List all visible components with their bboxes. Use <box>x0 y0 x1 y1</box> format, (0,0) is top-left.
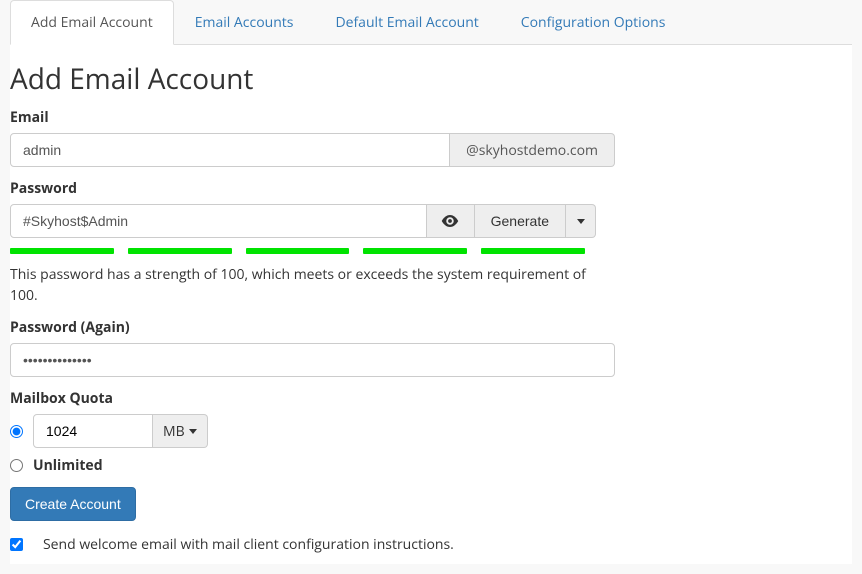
quota-sized-radio[interactable] <box>10 425 23 438</box>
password-strength-help: This password has a strength of 100, whi… <box>10 264 610 306</box>
create-account-button[interactable]: Create Account <box>10 487 136 521</box>
email-label: Email <box>10 108 852 127</box>
email-input[interactable] <box>10 133 450 167</box>
generate-password-button[interactable]: Generate <box>475 204 566 238</box>
tabs: Add Email Account Email Accounts Default… <box>10 0 852 45</box>
quota-unit-label: MB <box>163 422 185 441</box>
quota-unlimited-radio[interactable] <box>10 459 23 472</box>
quota-label: Mailbox Quota <box>10 389 852 408</box>
email-domain-suffix: @skyhostdemo.com <box>450 133 615 167</box>
strength-bar <box>481 248 585 254</box>
tab-add-email-account[interactable]: Add Email Account <box>10 0 174 45</box>
caret-down-icon <box>577 219 585 224</box>
quota-unlimited-label: Unlimited <box>33 456 103 475</box>
strength-bar <box>128 248 232 254</box>
quota-value-input[interactable] <box>33 414 153 448</box>
tab-email-accounts[interactable]: Email Accounts <box>174 0 315 45</box>
strength-bar <box>363 248 467 254</box>
tab-default-email-account[interactable]: Default Email Account <box>314 0 499 45</box>
password-label: Password <box>10 179 852 198</box>
eye-icon <box>441 214 459 228</box>
password-input[interactable] <box>10 204 427 238</box>
quota-unit-dropdown[interactable]: MB <box>153 414 208 448</box>
password-again-input[interactable] <box>10 343 615 377</box>
strength-bar <box>246 248 350 254</box>
strength-bar <box>10 248 114 254</box>
password-strength-meter <box>10 248 585 254</box>
password-again-label: Password (Again) <box>10 318 852 337</box>
page-title: Add Email Account <box>10 60 852 98</box>
generate-password-dropdown-button[interactable] <box>566 204 596 238</box>
tab-configuration-options[interactable]: Configuration Options <box>500 0 687 45</box>
welcome-email-checkbox[interactable] <box>10 538 23 551</box>
toggle-password-visibility-button[interactable] <box>427 204 475 238</box>
caret-down-icon <box>189 429 197 434</box>
welcome-email-label: Send welcome email with mail client conf… <box>43 535 454 554</box>
